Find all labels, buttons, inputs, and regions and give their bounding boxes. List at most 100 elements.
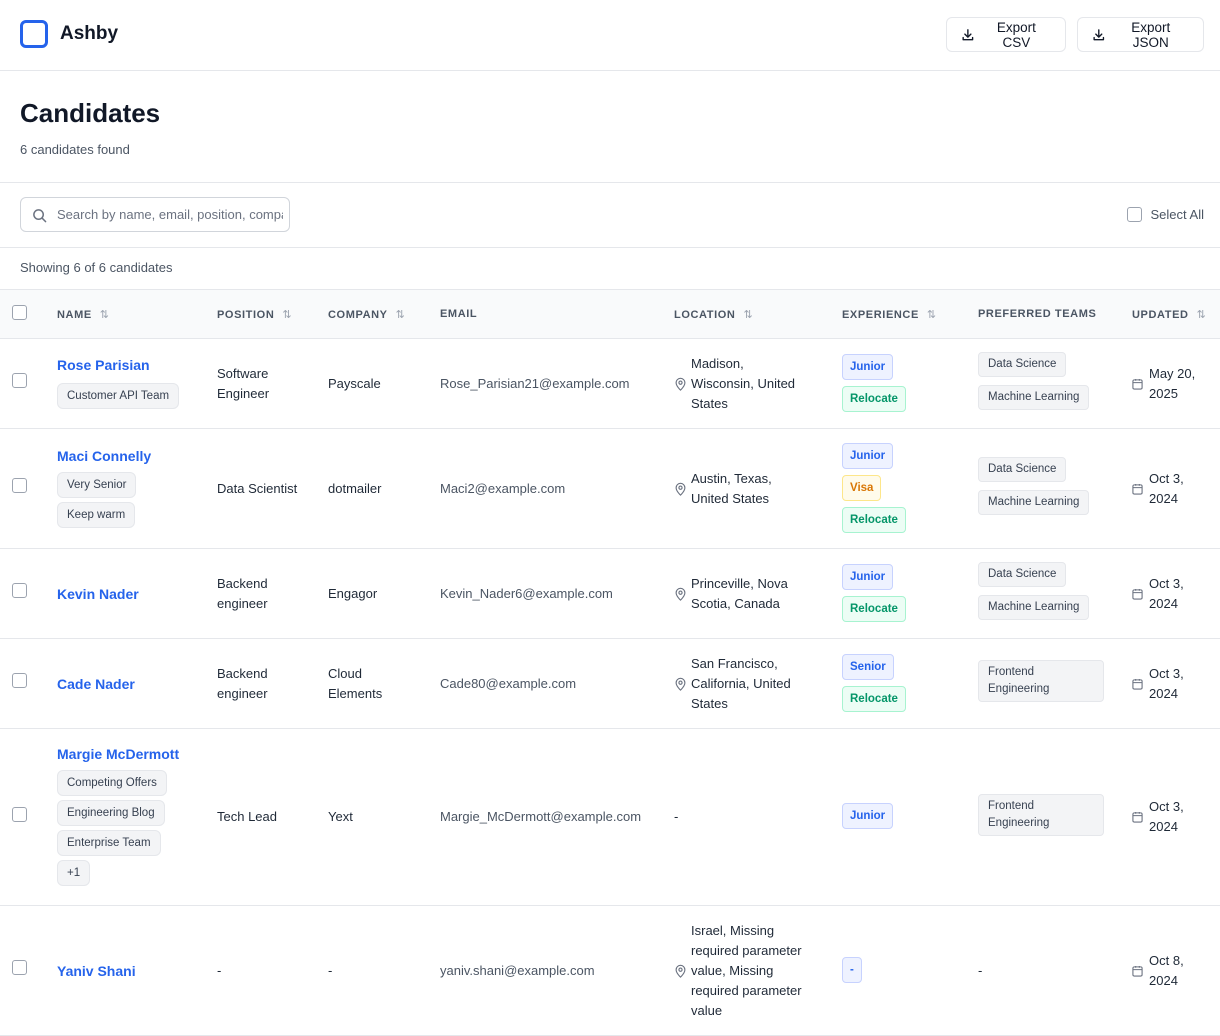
location-text: California, United [691, 675, 791, 691]
candidate-name-link[interactable]: Margie McDermott [57, 744, 217, 764]
table-row[interactable]: Maci Connelly Very Senior Keep warm Data… [0, 428, 1220, 549]
position-text: Software [217, 365, 269, 381]
location-cell: Austin, Texas, United States [674, 428, 842, 549]
company-cell: Engagor [328, 548, 440, 639]
sort-icon[interactable]: ⇅ [743, 309, 752, 321]
brand-name: Ashby [60, 23, 119, 44]
position-cell: - [217, 905, 328, 1036]
relocate-badge: Relocate [842, 385, 906, 412]
candidate-name-link[interactable]: Yaniv Shani [57, 961, 217, 981]
export-csv-label: Export CSV [996, 19, 1036, 50]
experience-cell: - [842, 905, 978, 1036]
company-cell: - [328, 905, 440, 1036]
candidate-name-link[interactable]: Kevin Nader [57, 584, 217, 604]
table-row[interactable]: Rose Parisian Customer API Team Software… [0, 338, 1220, 429]
location-text: Princeville, Nova [691, 575, 788, 591]
position-cell: Backend engineer [217, 548, 328, 639]
teams-cell: Frontend Engineering [978, 638, 1132, 729]
header-select-checkbox[interactable] [12, 305, 27, 320]
more-tags-badge[interactable]: +1 [57, 860, 91, 886]
table-row[interactable]: Cade Nader Backend engineer Cloud Elements… [0, 638, 1220, 729]
column-header-company[interactable]: COMPANY ⇅ [328, 289, 440, 339]
updated-text: Oct 8, [1149, 952, 1184, 968]
row-checkbox-cell [0, 338, 57, 429]
relocate-badge: Relocate [842, 685, 906, 712]
candidate-name-link[interactable]: Cade Nader [57, 674, 217, 694]
position-text: Engineer [217, 385, 270, 401]
select-all-checkbox[interactable] [1126, 207, 1142, 222]
column-header-updated[interactable]: UPDATED ⇅ [1132, 289, 1220, 339]
candidate-name-link[interactable]: Rose Parisian [57, 355, 217, 375]
download-icon [1093, 28, 1105, 40]
export-json-button[interactable]: Export JSON [1077, 17, 1204, 52]
row-checkbox[interactable] [12, 373, 27, 388]
candidates-count: 6 candidates found [20, 142, 130, 157]
position-cell: Tech Lead [217, 728, 328, 906]
column-header-teams: PREFERRED TEAMS [978, 289, 1132, 339]
row-checkbox-cell [0, 548, 57, 639]
row-checkbox[interactable] [12, 806, 27, 822]
column-label-experience: EXPERIENCE [842, 308, 919, 321]
column-header-location[interactable]: LOCATION ⇅ [674, 289, 842, 339]
search-box [20, 197, 290, 232]
column-header-name[interactable]: NAME ⇅ [57, 289, 217, 339]
relocate-badge: Relocate [842, 506, 906, 533]
updated-cell: Oct 3, 2024 [1132, 548, 1220, 639]
sort-icon[interactable]: ⇅ [396, 309, 405, 321]
sort-icon[interactable]: ⇅ [282, 309, 291, 321]
map-pin-icon [675, 964, 686, 978]
company-text: - [328, 962, 333, 978]
name-cell: Kevin Nader [57, 548, 217, 639]
updated-text: 2024 [1149, 595, 1178, 611]
email-cell: Kevin_Nader6@example.com [440, 548, 674, 639]
location-text: value [691, 1002, 723, 1018]
table-row[interactable]: Margie McDermott Competing Offers Engine… [0, 728, 1220, 906]
row-checkbox[interactable] [12, 960, 27, 975]
location-cell: Madison, Wisconsin, United States [674, 338, 842, 429]
name-cell: Yaniv Shani [57, 905, 217, 1036]
calendar-icon [1132, 378, 1143, 390]
select-all-toggle[interactable]: Select All [1126, 207, 1204, 222]
table-row[interactable]: Kevin Nader Backend engineer Engagor Kevi… [0, 548, 1220, 639]
table-row[interactable]: Yaniv Shani - - yaniv.shani@example.com … [0, 905, 1220, 1036]
updated-text: 2025 [1149, 385, 1178, 401]
position-text: engineer [217, 595, 268, 611]
select-all-label: Select All [1150, 207, 1204, 222]
location-text: Madison, [691, 355, 744, 371]
candidate-tag: Keep warm [57, 501, 136, 528]
sort-icon[interactable]: ⇅ [1197, 309, 1206, 321]
location-text: Scotia, Canada [691, 595, 780, 611]
experience-badge: Junior [842, 803, 894, 829]
page-title: Candidates [20, 98, 161, 128]
updated-text: 2024 [1149, 490, 1178, 506]
position-text: Backend [217, 665, 268, 681]
calendar-icon [1132, 965, 1143, 977]
export-csv-button[interactable]: Export CSV [946, 17, 1066, 52]
calendar-icon [1132, 483, 1143, 495]
map-pin-icon [675, 482, 686, 496]
updated-cell: Oct 3, 2024 [1132, 638, 1220, 729]
company-text: Yext [328, 809, 353, 824]
email-cell: Rose_Parisian21@example.com [440, 338, 674, 429]
row-checkbox[interactable] [12, 673, 27, 688]
team-tag: Frontend Engineering [978, 793, 1104, 836]
team-tag: Machine Learning [978, 385, 1090, 410]
candidate-name-link[interactable]: Maci Connelly [57, 446, 217, 466]
search-input[interactable] [57, 198, 283, 231]
experience-cell: Senior Relocate [842, 638, 978, 729]
row-checkbox[interactable] [12, 478, 27, 493]
sort-icon[interactable]: ⇅ [927, 309, 936, 321]
position-text: Data Scientist [217, 480, 298, 496]
experience-badge: - [842, 956, 862, 983]
calendar-icon [1132, 811, 1143, 823]
position-text: Backend [217, 575, 268, 591]
teams-cell: Data Science Machine Learning [978, 548, 1132, 639]
experience-cell: Junior Visa Relocate [842, 428, 978, 549]
sort-icon[interactable]: ⇅ [100, 309, 109, 321]
row-checkbox[interactable] [12, 583, 27, 598]
position-cell: Software Engineer [217, 338, 328, 429]
team-tag: Machine Learning [978, 595, 1090, 620]
column-header-position[interactable]: POSITION ⇅ [217, 289, 328, 339]
teams-cell: Frontend Engineering [978, 728, 1132, 906]
column-header-experience[interactable]: EXPERIENCE ⇅ [842, 289, 978, 339]
